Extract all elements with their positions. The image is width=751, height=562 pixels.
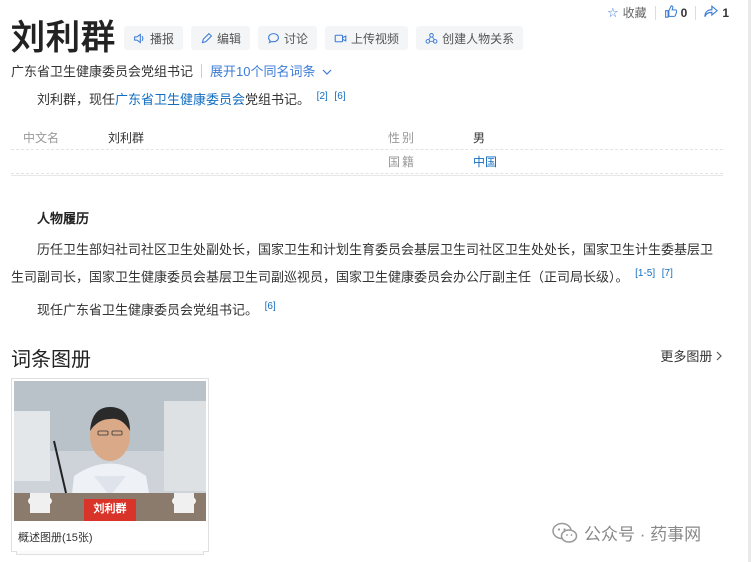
nationality-key: 国籍 xyxy=(388,155,417,169)
page-title: 刘利群 xyxy=(11,19,116,57)
edit-label: 编辑 xyxy=(217,31,242,46)
more-albums-label: 更多图册 xyxy=(660,349,713,364)
infobox: 中文名 刘利群 性别 男 国籍 中国 xyxy=(11,126,723,174)
speaker-icon xyxy=(134,32,144,44)
expand-homonyms-link[interactable]: 展开10个同名词条 xyxy=(210,61,332,80)
expand-homonyms-label: 展开10个同名词条 xyxy=(210,64,316,79)
create-relation-button[interactable]: 创建人物关系 xyxy=(416,26,524,50)
chinese-name-key: 中文名 xyxy=(23,131,60,145)
gender-value: 男 xyxy=(473,131,486,145)
star-icon: ☆ xyxy=(606,5,619,20)
current-position-text: 现任广东省卫生健康委员会党组书记。 xyxy=(37,302,259,318)
chevron-right-icon xyxy=(716,351,722,361)
portrait-photo[interactable]: 刘利群 xyxy=(14,381,206,521)
upload-video-label: 上传视频 xyxy=(351,31,400,46)
citation-ref[interactable]: [2] xyxy=(317,91,328,102)
collect-button[interactable]: ☆ 收藏 xyxy=(599,4,655,21)
share-button[interactable]: 1 xyxy=(696,5,737,20)
upload-video-button[interactable]: 上传视频 xyxy=(325,26,409,50)
current-position-paragraph: 现任广东省卫生健康委员会党组书记。 [6] xyxy=(11,295,721,322)
citation-ref[interactable]: [7] xyxy=(662,268,673,279)
chinese-name-value: 刘利群 xyxy=(108,131,145,145)
career-paragraph: 历任卫生部妇社司社区卫生处副处长，国家卫生和计划生育委员会基层卫生司社区卫生处处… xyxy=(11,238,721,289)
subtitle-row: 广东省卫生健康委员会党组书记 展开10个同名词条 xyxy=(11,61,332,80)
video-camera-icon xyxy=(334,34,347,42)
citation-ref[interactable]: [6] xyxy=(334,91,345,102)
album-card-label: 概述图册(15张) xyxy=(18,532,93,544)
chat-bubble-icon xyxy=(268,32,279,44)
career-text: 历任卫生部妇社司社区卫生处副处长，国家卫生和计划生育委员会基层卫生司社区卫生处处… xyxy=(11,242,714,285)
gender-key: 性别 xyxy=(388,131,417,145)
pencil-icon xyxy=(201,32,213,43)
nameplate-text: 刘利群 xyxy=(93,502,127,515)
intro-prefix: 刘利群，现任 xyxy=(37,92,116,107)
info-row: 中文名 刘利群 性别 男 xyxy=(11,126,723,150)
relation-network-icon xyxy=(425,32,438,44)
like-count: 0 xyxy=(680,5,688,20)
album-stack-shadow xyxy=(16,551,204,555)
share-icon xyxy=(704,5,719,20)
album-card[interactable]: 刘利群 概述图册(15张) xyxy=(11,378,209,555)
citation-ref[interactable]: [6] xyxy=(265,301,276,312)
top-action-bar: ☆ 收藏 0 1 xyxy=(599,4,737,21)
thumbs-up-icon xyxy=(664,5,677,20)
discuss-button[interactable]: 讨论 xyxy=(258,26,318,50)
share-count: 1 xyxy=(722,5,729,20)
edit-button[interactable]: 编辑 xyxy=(191,26,251,50)
title-row: 刘利群 播报 编辑 讨论 上传视频 创建人物关系 xyxy=(11,18,531,58)
broadcast-label: 播报 xyxy=(150,31,175,46)
career-heading: 人物履历 xyxy=(37,211,90,226)
section-divider xyxy=(11,175,723,176)
watermark-text: 公众号 · 药事网 xyxy=(584,525,702,544)
discuss-label: 讨论 xyxy=(284,31,309,46)
entry-description: 广东省卫生健康委员会党组书记 xyxy=(11,64,194,79)
album-heading: 词条图册 xyxy=(11,349,91,371)
divider xyxy=(201,63,203,78)
info-row: 国籍 中国 xyxy=(11,150,723,174)
create-relation-label: 创建人物关系 xyxy=(442,31,515,46)
broadcast-button[interactable]: 播报 xyxy=(124,26,184,50)
like-button[interactable]: 0 xyxy=(656,5,696,20)
intro-suffix: 党组书记。 xyxy=(245,92,311,107)
wechat-watermark: 公众号 · 药事网 xyxy=(552,520,701,545)
nationality-value-link[interactable]: 中国 xyxy=(473,153,497,170)
chevron-down-icon xyxy=(322,69,332,75)
organization-link[interactable]: 广东省卫生健康委员会 xyxy=(115,92,245,107)
citation-ref[interactable]: [1-5] xyxy=(635,268,655,279)
intro-summary: 刘利群，现任广东省卫生健康委员会党组书记。 [2] [6] xyxy=(37,89,346,108)
more-albums-link[interactable]: 更多图册 xyxy=(660,346,723,365)
collect-label: 收藏 xyxy=(622,6,647,20)
wechat-icon xyxy=(552,522,578,543)
